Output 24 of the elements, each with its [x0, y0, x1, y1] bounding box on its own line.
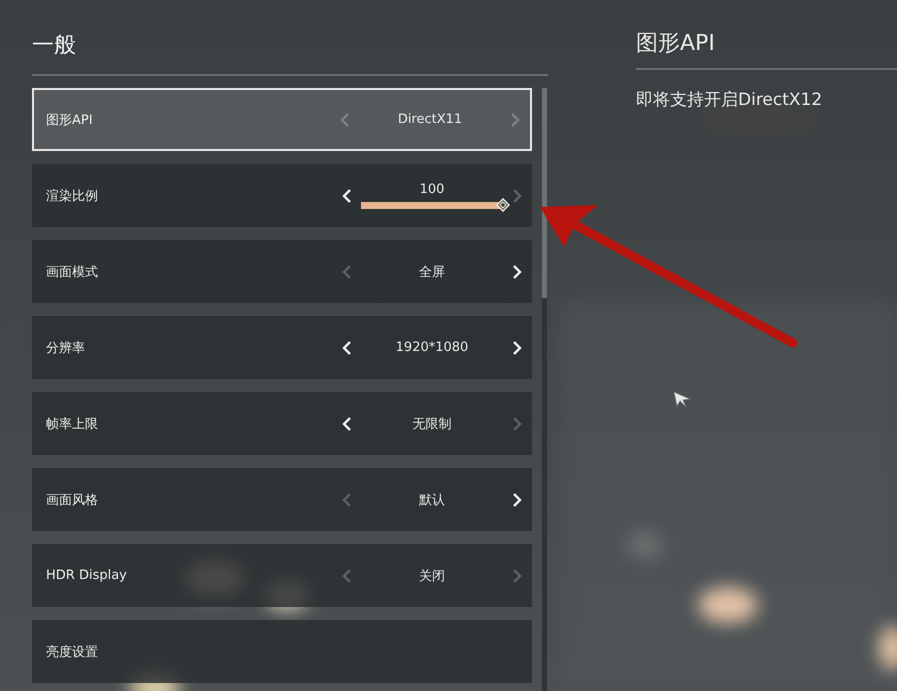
setting-value: 默认: [419, 492, 445, 508]
scrollbar-thumb[interactable]: [542, 88, 547, 298]
setting-value: 关闭: [419, 568, 445, 584]
section-title: 一般: [32, 32, 77, 60]
setting-label: HDR Display: [46, 568, 128, 583]
setting-value: 无限制: [412, 416, 452, 432]
scrollbar[interactable]: [542, 88, 547, 691]
setting-row[interactable]: 亮度设置: [32, 620, 532, 683]
detail-title: 图形API: [636, 30, 716, 58]
setting-value: 1920*1080: [396, 340, 468, 355]
setting-value: 100: [420, 182, 444, 197]
slider-handle[interactable]: [496, 198, 510, 212]
setting-row[interactable]: 渲染比例 100: [32, 164, 532, 227]
setting-label: 画面风格: [46, 492, 99, 508]
detail-description: 即将支持开启DirectX12: [636, 89, 824, 111]
setting-value: 全屏: [419, 264, 445, 280]
cursor-icon: [672, 390, 692, 410]
setting-label: 画面模式: [46, 264, 99, 280]
setting-value: DirectX11: [398, 112, 462, 127]
setting-label: 图形API: [46, 112, 94, 128]
setting-label: 分辨率: [46, 340, 86, 356]
setting-label: 渲染比例: [46, 188, 99, 204]
setting-label: 亮度设置: [46, 644, 99, 660]
setting-label: 帧率上限: [46, 416, 99, 432]
